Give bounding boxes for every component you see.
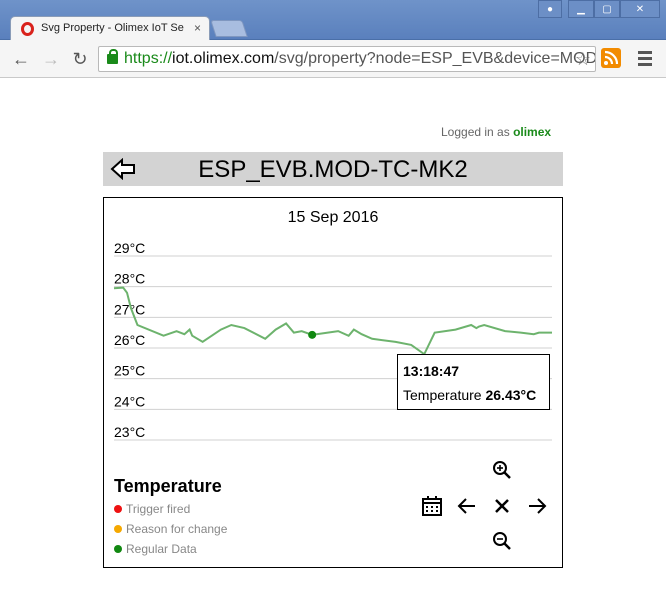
tab-close-icon[interactable]: × xyxy=(194,21,201,35)
y-tick-label: 26°C xyxy=(114,332,145,348)
forward-nav-icon[interactable]: → xyxy=(41,49,61,69)
back-nav-icon[interactable]: ← xyxy=(11,49,31,69)
close-window-icon[interactable]: ✕ xyxy=(620,0,660,18)
green-dot-icon xyxy=(114,545,122,553)
orange-dot-icon xyxy=(114,525,122,533)
temperature-series-line[interactable] xyxy=(113,286,552,356)
maximize-icon[interactable]: ▢ xyxy=(594,0,620,18)
address-bar[interactable]: https://iot.olimex.com/svg/property?node… xyxy=(98,46,596,72)
tooltip-time: 13:18:47 xyxy=(403,363,460,379)
url-text: https://iot.olimex.com/svg/property?node… xyxy=(124,50,596,67)
legend-item-trigger-fired: Trigger fired xyxy=(114,502,190,516)
y-tick-label: 25°C xyxy=(114,363,145,379)
header-bar: ESP_EVB.MOD-TC-MK2 xyxy=(103,152,563,186)
rss-icon[interactable] xyxy=(601,48,621,68)
minimize-icon[interactable]: ▁ xyxy=(568,0,594,18)
user-profile-icon[interactable]: ● xyxy=(538,0,562,18)
tooltip-value: 26.43°C xyxy=(485,387,537,403)
opera-favicon-icon xyxy=(21,22,34,36)
bookmark-star-icon[interactable]: ☆ xyxy=(575,49,591,70)
highlighted-data-point[interactable] xyxy=(308,330,317,339)
red-dot-icon xyxy=(114,505,122,513)
browser-menu-icon[interactable] xyxy=(636,48,654,68)
page-title: ESP_EVB.MOD-TC-MK2 xyxy=(198,156,468,183)
y-tick-label: 24°C xyxy=(114,393,145,409)
y-tick-label: 23°C xyxy=(114,424,145,440)
lock-icon xyxy=(107,49,118,64)
browser-toolbar: ← → ↻ https://iot.olimex.com/svg/propert… xyxy=(0,40,666,78)
username-link[interactable]: olimex xyxy=(513,125,551,139)
y-tick-label: 28°C xyxy=(114,271,145,287)
reload-icon[interactable]: ↻ xyxy=(70,49,90,69)
login-status: Logged in as olimex xyxy=(441,125,552,139)
browser-titlebar: Svg Property - Olimex IoT Se × ● ▁ ▢ ✕ xyxy=(0,0,666,41)
chart-panel: 15 Sep 2016 29°C 28°C 27°C 26°C 25°C 24°C 23°C… xyxy=(103,197,563,568)
chart-tooltip: 13:18:47 Temperature 26.43°C xyxy=(397,354,550,410)
new-tab-button[interactable] xyxy=(210,20,248,37)
legend-title: Temperature xyxy=(114,476,222,496)
legend-item-regular-data: Regular Data xyxy=(114,542,197,556)
arrow-left-icon[interactable] xyxy=(455,494,479,518)
browser-tab[interactable]: Svg Property - Olimex IoT Se × xyxy=(10,16,210,41)
arrow-right-icon[interactable] xyxy=(525,494,549,518)
tooltip-label: Temperature xyxy=(403,387,486,403)
calendar-icon[interactable] xyxy=(420,494,444,518)
zoom-out-icon[interactable] xyxy=(490,529,514,553)
tab-title: Svg Property - Olimex IoT Se xyxy=(41,22,184,34)
y-tick-label: 29°C xyxy=(114,240,145,256)
zoom-in-icon[interactable] xyxy=(490,458,514,482)
legend-item-reason-for-change: Reason for change xyxy=(114,522,227,536)
close-icon[interactable] xyxy=(490,494,514,518)
temperature-chart[interactable]: 29°C28°C27°C26°C25°C24°C23°C xyxy=(104,198,562,468)
